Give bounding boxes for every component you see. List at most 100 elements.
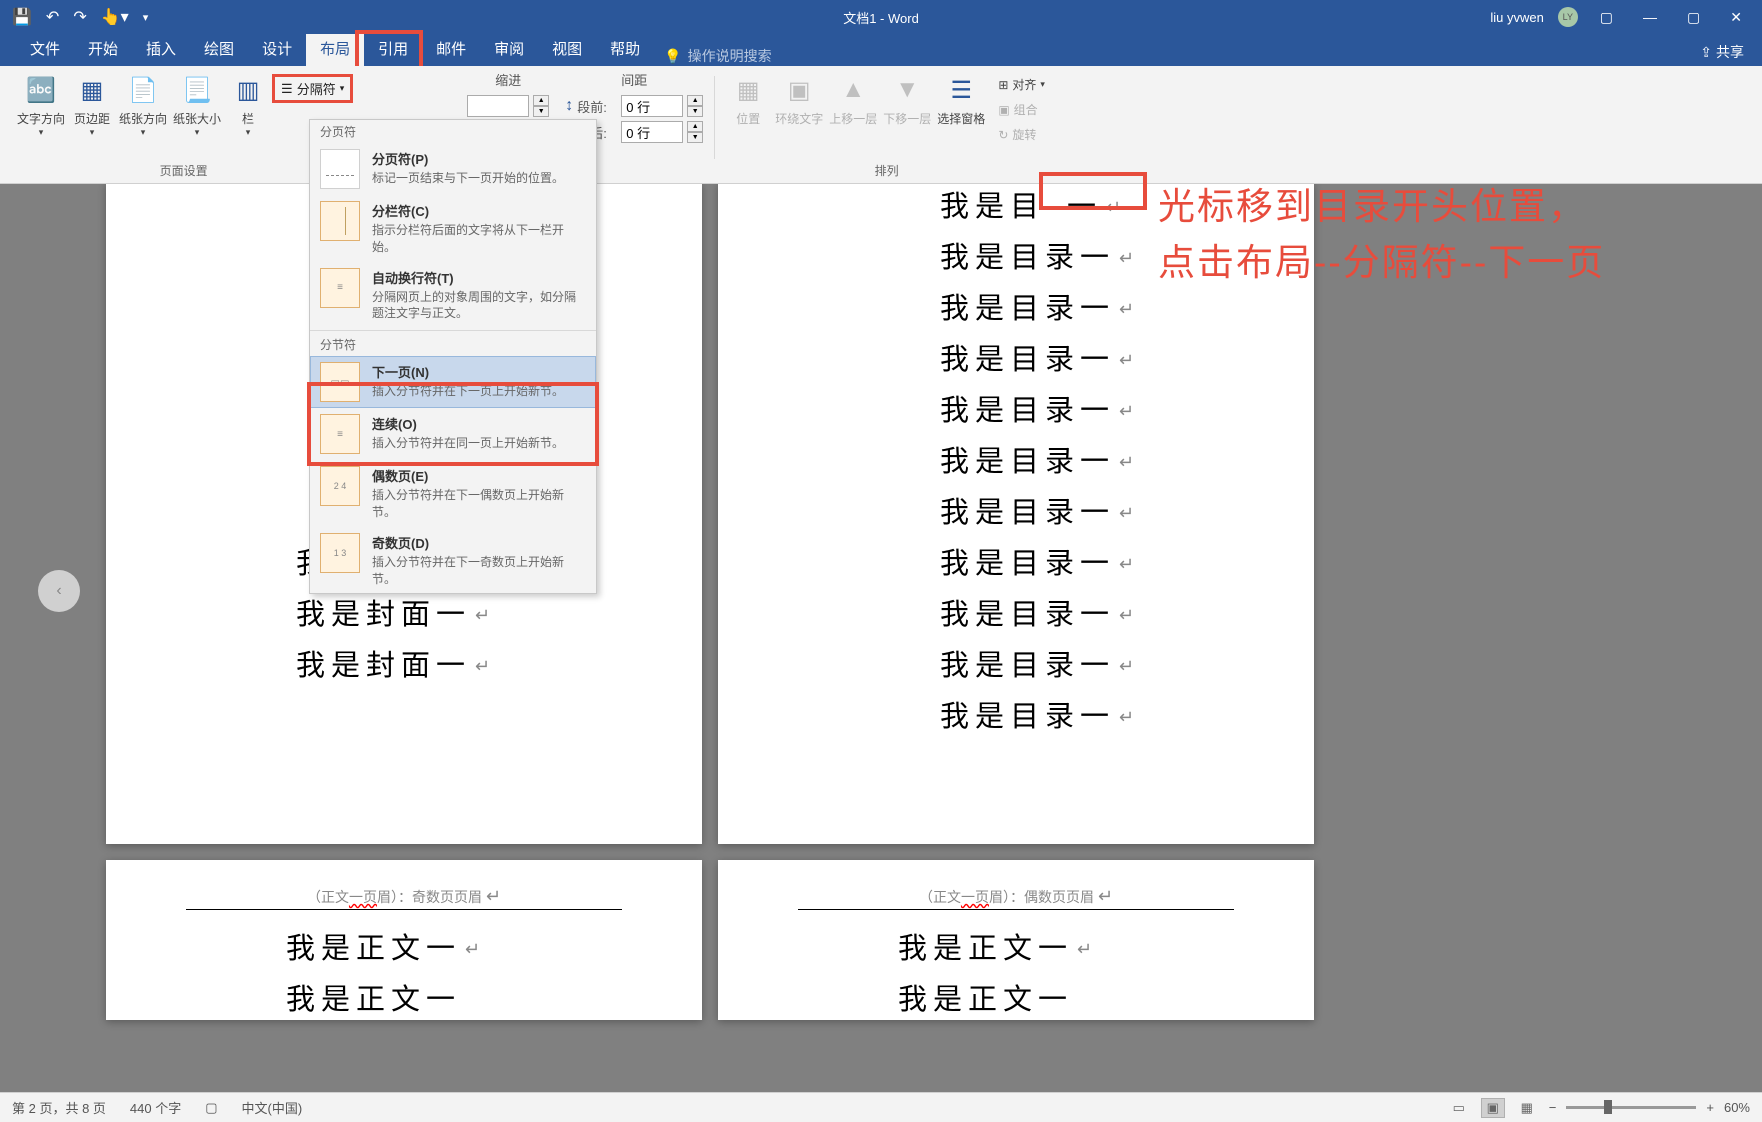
proofing-icon[interactable]: ▢ (205, 1100, 217, 1116)
page-breaks-section-label: 分页符 (310, 120, 596, 143)
spacing-before-input[interactable] (621, 95, 683, 117)
indent-left-input[interactable] (467, 95, 529, 117)
text-wrapping-item[interactable]: ≡ 自动换行符(T)分隔网页上的对象周围的文字，如分隔题注文字与正文。 (310, 262, 596, 329)
annotation-line-1: 光标移到目录开头位置， (1158, 176, 1587, 230)
document-area[interactable]: 面一↵ 面一↵ 面一↵ 面一↵ 面一↵ 面一↵ 面一↵ 我是封面一↵ 我是封面一… (0, 184, 1762, 1092)
bring-forward-button: ▲ 上移一层 (826, 70, 880, 131)
next-page-icon: ▭▭ (320, 362, 360, 402)
column-break-item[interactable]: 分栏符(C)指示分栏符后面的文字将从下一栏开始。 (310, 195, 596, 262)
position-icon: ▦ (732, 74, 764, 106)
page-break-icon (320, 149, 360, 189)
close-icon[interactable]: ✕ (1722, 7, 1750, 28)
selection-pane-button[interactable]: ☰ 选择窗格 (934, 70, 988, 131)
tab-insert[interactable]: 插入 (132, 31, 190, 66)
column-break-icon (320, 201, 360, 241)
align-button[interactable]: ⊞对齐▾ (994, 74, 1049, 95)
share-button[interactable]: ⇪ 共享 (1696, 38, 1748, 66)
rotate-icon: ↻ (998, 128, 1008, 142)
ribbon-options-icon[interactable]: ▢ (1592, 7, 1621, 28)
language[interactable]: 中文(中国) (242, 1098, 303, 1117)
continuous-item[interactable]: ≡ 连续(O)插入分节符并在同一页上开始新节。 (310, 408, 596, 460)
spin-down[interactable]: ▼ (687, 132, 703, 143)
title-bar: 💾 ↶ ↷ 👆▾ ▾ 文档1 - Word liu yvwen LY ▢ — ▢… (0, 0, 1762, 34)
indent-left-row: ▲▼ (465, 93, 551, 119)
ribbon-body: 🔤 文字方向 ▾ ▦ 页边距 ▾ 📄 纸张方向 ▾ 📃 纸张大小 ▾ ▥ (0, 66, 1762, 184)
share-icon: ⇪ (1700, 44, 1712, 61)
odd-page-item[interactable]: 1 3 奇数页(D)插入分节符并在下一奇数页上开始新节。 (310, 527, 596, 594)
tab-home[interactable]: 开始 (74, 31, 132, 66)
user-avatar[interactable]: LY (1558, 7, 1578, 27)
columns-button[interactable]: ▥ 栏 ▾ (224, 70, 272, 142)
spin-down[interactable]: ▼ (687, 106, 703, 117)
send-backward-icon: ▼ (891, 74, 923, 106)
back-nav-button[interactable]: ‹ (38, 570, 80, 612)
breaks-icon: ☰ (281, 81, 293, 97)
page-4[interactable]: （正文一页眉）：偶数页页眉↵ 我是正文一↵ 我是正文一 (718, 860, 1314, 1020)
undo-icon[interactable]: ↶ (46, 7, 59, 27)
zoom-slider[interactable] (1566, 1106, 1696, 1109)
lightbulb-icon: 💡 (664, 48, 681, 65)
tab-help[interactable]: 帮助 (596, 31, 654, 66)
spin-up[interactable]: ▲ (533, 95, 549, 106)
breaks-button[interactable]: ☰ 分隔符 ▾ (272, 74, 353, 103)
tab-view[interactable]: 视图 (538, 31, 596, 66)
size-icon: 📃 (181, 74, 213, 106)
read-mode-button[interactable]: ▭ (1447, 1098, 1471, 1118)
group-icon: ▣ (998, 103, 1009, 117)
spacing-after-input[interactable] (621, 121, 683, 143)
align-icon: ⊞ (998, 78, 1008, 92)
group-button: ▣组合 (994, 99, 1049, 120)
tab-file[interactable]: 文件 (16, 31, 74, 66)
breaks-dropdown: 分页符 分页符(P)标记一页结束与下一页开始的位置。 分栏符(C)指示分栏符后面… (309, 119, 597, 594)
save-icon[interactable]: 💾 (12, 7, 32, 27)
user-name[interactable]: liu yvwen (1490, 10, 1543, 25)
zoom-in-button[interactable]: + (1706, 1100, 1714, 1115)
zoom-level[interactable]: 60% (1724, 1100, 1750, 1115)
margins-button[interactable]: ▦ 页边距 ▾ (68, 70, 116, 142)
page-info[interactable]: 第 2 页，共 8 页 (12, 1098, 106, 1117)
even-page-icon: 2 4 (320, 466, 360, 506)
page-break-item[interactable]: 分页符(P)标记一页结束与下一页开始的位置。 (310, 143, 596, 195)
tab-references[interactable]: 引用 (364, 31, 422, 66)
redo-icon[interactable]: ↷ (73, 7, 86, 27)
qat-customize-icon[interactable]: ▾ (143, 11, 149, 24)
orientation-button[interactable]: 📄 纸张方向 ▾ (116, 70, 170, 142)
tab-layout[interactable]: 布局 (306, 31, 364, 66)
text-direction-button[interactable]: 🔤 文字方向 ▾ (14, 70, 68, 142)
touch-mode-icon[interactable]: 👆▾ (101, 7, 129, 27)
tab-review[interactable]: 审阅 (480, 31, 538, 66)
chevron-left-icon: ‹ (56, 582, 61, 600)
section-breaks-label: 分节符 (310, 333, 596, 356)
size-button[interactable]: 📃 纸张大小 ▾ (170, 70, 224, 142)
even-page-item[interactable]: 2 4 偶数页(E)插入分节符并在下一偶数页上开始新节。 (310, 460, 596, 527)
page-3[interactable]: （正文一页眉）：奇数页页眉↵ 我是正文一↵ 我是正文一 (106, 860, 702, 1020)
annotation-line-2: 点击布局--分隔符--下一页 (1158, 232, 1605, 286)
tab-mailings[interactable]: 邮件 (422, 31, 480, 66)
web-layout-button[interactable]: ▦ (1515, 1098, 1539, 1118)
margins-icon: ▦ (76, 74, 108, 106)
minimize-icon[interactable]: — (1635, 7, 1665, 27)
maximize-icon[interactable]: ▢ (1679, 7, 1708, 28)
zoom-out-button[interactable]: − (1549, 1100, 1557, 1115)
tab-design[interactable]: 设计 (248, 31, 306, 66)
columns-icon: ▥ (232, 74, 264, 106)
spacing-before-icon: ↕ (565, 97, 573, 115)
status-bar: 第 2 页，共 8 页 440 个字 ▢ 中文(中国) ▭ ▣ ▦ − + 60… (0, 1092, 1762, 1122)
page-setup-label: 页面设置 (8, 162, 359, 179)
spin-down[interactable]: ▼ (533, 106, 549, 117)
send-backward-button: ▼ 下移一层 (880, 70, 934, 131)
next-page-item[interactable]: ▭▭ 下一页(N)插入分节符并在下一页上开始新节。 (310, 356, 596, 408)
ribbon-tabs: 文件 开始 插入 绘图 设计 布局 引用 邮件 审阅 视图 帮助 💡 操作说明搜… (0, 34, 1762, 66)
tab-draw[interactable]: 绘图 (190, 31, 248, 66)
selection-pane-icon: ☰ (945, 74, 977, 106)
print-layout-button[interactable]: ▣ (1481, 1098, 1505, 1118)
wrap-text-icon: ▣ (783, 74, 815, 106)
page-setup-group: 🔤 文字方向 ▾ ▦ 页边距 ▾ 📄 纸张方向 ▾ 📃 纸张大小 ▾ ▥ (8, 70, 359, 181)
spin-up[interactable]: ▲ (687, 95, 703, 106)
wrap-text-button: ▣ 环绕文字 (772, 70, 826, 131)
word-count[interactable]: 440 个字 (130, 1098, 181, 1117)
orientation-icon: 📄 (127, 74, 159, 106)
continuous-icon: ≡ (320, 414, 360, 454)
tell-me-search[interactable]: 💡 操作说明搜索 (664, 46, 771, 66)
spin-up[interactable]: ▲ (687, 121, 703, 132)
